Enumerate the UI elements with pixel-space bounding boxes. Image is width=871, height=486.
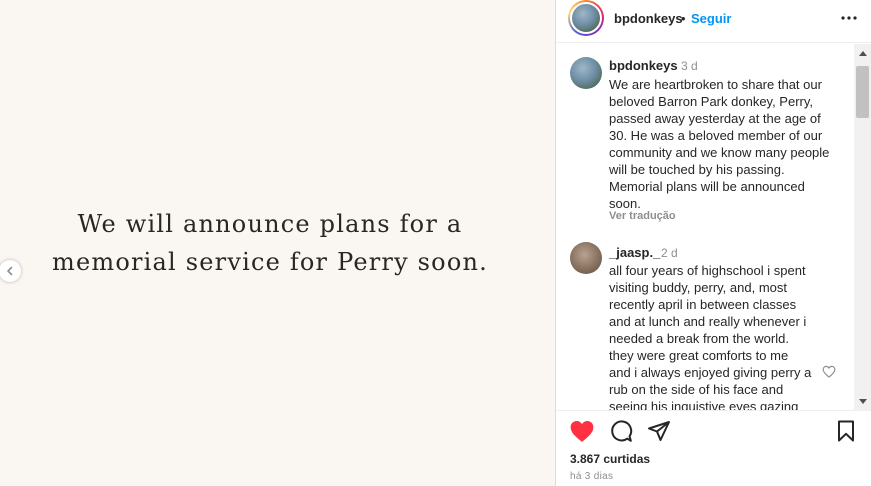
comment-time[interactable]: 3 d xyxy=(681,59,698,73)
comment-line: will be touched by his passing. xyxy=(609,162,785,177)
avatar[interactable] xyxy=(568,0,604,36)
comment-line: community and we know many people xyxy=(609,145,830,160)
save-button[interactable] xyxy=(834,419,860,443)
likes-count[interactable]: 3.867 curtidas xyxy=(570,452,650,466)
comment-text: all four years of highschool i spent vis… xyxy=(609,262,839,410)
bookmark-icon xyxy=(838,420,854,442)
heart-filled-icon xyxy=(570,421,594,442)
follow-button[interactable]: Seguir xyxy=(691,11,731,26)
post-media: We will announce plans for a memorial se… xyxy=(0,0,555,486)
share-icon xyxy=(648,421,670,441)
comment-line: 30. He was a beloved member of our xyxy=(609,128,823,143)
media-line: We will announce plans for a xyxy=(77,210,463,238)
avatar[interactable] xyxy=(570,242,602,274)
media-line: memorial service for Perry soon. xyxy=(52,248,488,276)
see-translation-link[interactable]: Ver tradução xyxy=(609,210,676,222)
scroll-up-arrow[interactable] xyxy=(854,44,871,61)
ellipsis-icon xyxy=(841,16,857,20)
comment-time[interactable]: 2 d xyxy=(661,246,678,260)
comments-list[interactable]: bpdonkeys 3 d We are heartbroken to shar… xyxy=(556,44,854,410)
post-timestamp[interactable]: há 3 dias xyxy=(570,471,613,482)
comment-line: seeing his inquistive eyes gazing xyxy=(609,399,799,410)
header-username[interactable]: bpdonkeys xyxy=(614,11,683,26)
avatar[interactable] xyxy=(570,57,602,89)
comment-line: beloved Barron Park donkey, Perry, xyxy=(609,94,814,109)
comment-line: Memorial plans will be announced xyxy=(609,179,805,194)
heart-outline-icon xyxy=(822,365,836,378)
comment-username[interactable]: bpdonkeys xyxy=(609,58,678,73)
comment-line: and at lunch and really whenever i xyxy=(609,314,807,329)
comment-line: all four years of highschool i spent xyxy=(609,263,806,278)
comment-username[interactable]: _jaasp._ xyxy=(609,245,660,260)
post-header: bpdonkeys • Seguir xyxy=(556,0,871,43)
post-actions: 3.867 curtidas há 3 dias xyxy=(556,410,871,486)
comment-button[interactable] xyxy=(608,419,634,443)
comment-like-button[interactable] xyxy=(822,365,836,378)
comment-line: visiting buddy, perry, and, most xyxy=(609,280,787,295)
triangle-up-icon xyxy=(858,50,867,56)
triangle-down-icon xyxy=(858,398,867,404)
comment-line: and i always enjoyed giving perry a xyxy=(609,365,812,380)
comments-scrollbar[interactable] xyxy=(854,44,871,410)
like-button[interactable] xyxy=(569,419,595,443)
comment-line: they were great comforts to me xyxy=(609,348,789,363)
comment-line: rub on the side of his face and xyxy=(609,382,784,397)
scrollbar-thumb[interactable] xyxy=(856,66,869,118)
chevron-left-icon xyxy=(7,266,13,276)
media-text: We will announce plans for a memorial se… xyxy=(0,205,540,281)
comment-line: recently april in between classes xyxy=(609,297,797,312)
scroll-down-arrow[interactable] xyxy=(854,393,871,410)
post-side-panel: bpdonkeys • Seguir bpdonkeys 3 d We are … xyxy=(555,0,871,486)
comment-text: We are heartbroken to share that our bel… xyxy=(609,76,839,212)
share-button[interactable] xyxy=(646,419,672,443)
comment-icon xyxy=(611,420,633,442)
header-separator: • xyxy=(681,11,686,26)
comment-line: passed away yesterday at the age of xyxy=(609,111,821,126)
more-options-button[interactable] xyxy=(839,10,859,26)
avatar-image xyxy=(570,2,602,34)
comment-line: needed a break from the world. xyxy=(609,331,789,346)
comment-line: We are heartbroken to share that our xyxy=(609,77,822,92)
